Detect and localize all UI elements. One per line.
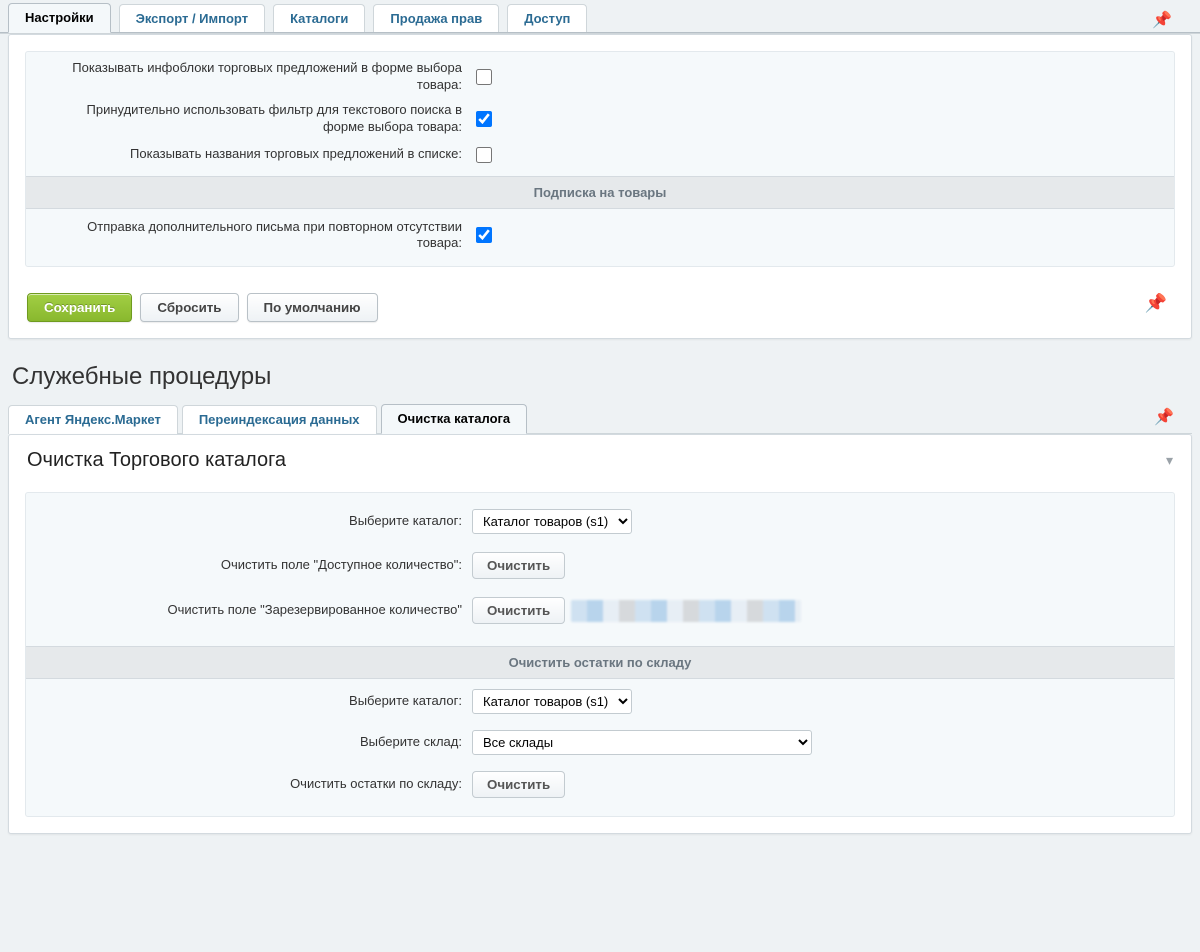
- pin-icon[interactable]: 📌: [1146, 6, 1178, 34]
- label-show-sku-names: Показывать названия торговых предложений…: [42, 146, 472, 163]
- select-catalog[interactable]: Каталог товаров (s1): [472, 509, 632, 534]
- label-select-catalog-2: Выберите каталог:: [42, 693, 472, 710]
- checkbox-extra-mail[interactable]: [476, 227, 492, 243]
- label-show-sku-iblocks: Показывать инфоблоки торговых предложени…: [42, 60, 472, 94]
- label-clear-stock: Очистить остатки по складу:: [42, 776, 472, 793]
- checkbox-show-sku-names[interactable]: [476, 147, 492, 163]
- label-select-catalog: Выберите каталог:: [42, 513, 472, 530]
- clear-reserved-button[interactable]: Очистить: [472, 597, 565, 624]
- pin-icon[interactable]: 📌: [1154, 407, 1174, 427]
- clear-stock-button[interactable]: Очистить: [472, 771, 565, 798]
- redacted-content: [571, 600, 801, 622]
- label-force-filter: Принудительно использовать фильтр для те…: [42, 102, 472, 136]
- checkbox-show-sku-iblocks[interactable]: [476, 69, 492, 85]
- procedure-tabs: Агент Яндекс.Маркет Переиндексация данны…: [8, 401, 1192, 434]
- cleanup-panel: Очистка Торгового каталога ▾ Выберите ка…: [8, 434, 1192, 834]
- save-button[interactable]: Сохранить: [27, 293, 132, 322]
- label-clear-reserved: Очистить поле "Зарезервированное количес…: [42, 602, 472, 619]
- label-clear-available: Очистить поле "Доступное количество":: [42, 557, 472, 574]
- select-catalog-2[interactable]: Каталог товаров (s1): [472, 689, 632, 714]
- tab-yandex-agent[interactable]: Агент Яндекс.Маркет: [8, 405, 178, 434]
- checkbox-force-filter[interactable]: [476, 111, 492, 127]
- tab-reindex[interactable]: Переиндексация данных: [182, 405, 377, 434]
- default-button[interactable]: По умолчанию: [247, 293, 378, 322]
- tab-catalogs[interactable]: Каталоги: [273, 4, 365, 33]
- tab-catalog-cleanup[interactable]: Очистка каталога: [381, 404, 528, 434]
- collapse-icon[interactable]: ▾: [1166, 452, 1173, 469]
- band-clear-stock: Очистить остатки по складу: [26, 646, 1174, 679]
- top-tabs: Настройки Экспорт / Импорт Каталоги Прод…: [8, 0, 1192, 32]
- label-extra-mail: Отправка дополнительного письма при повт…: [42, 219, 472, 253]
- clear-available-button[interactable]: Очистить: [472, 552, 565, 579]
- cleanup-heading: Очистка Торгового каталога: [27, 449, 286, 472]
- reset-button[interactable]: Сбросить: [140, 293, 238, 322]
- label-select-store: Выберите склад:: [42, 734, 472, 751]
- tab-rights-sale[interactable]: Продажа прав: [373, 4, 499, 33]
- tab-access[interactable]: Доступ: [507, 4, 587, 33]
- band-subscription: Подписка на товары: [26, 176, 1174, 209]
- pin-icon[interactable]: 📌: [1145, 293, 1167, 314]
- tab-export-import[interactable]: Экспорт / Импорт: [119, 4, 265, 33]
- section-heading: Служебные процедуры: [12, 363, 1188, 391]
- tab-settings[interactable]: Настройки: [8, 3, 111, 33]
- settings-panel: Показывать инфоблоки торговых предложени…: [8, 34, 1192, 339]
- select-store[interactable]: Все склады: [472, 730, 812, 755]
